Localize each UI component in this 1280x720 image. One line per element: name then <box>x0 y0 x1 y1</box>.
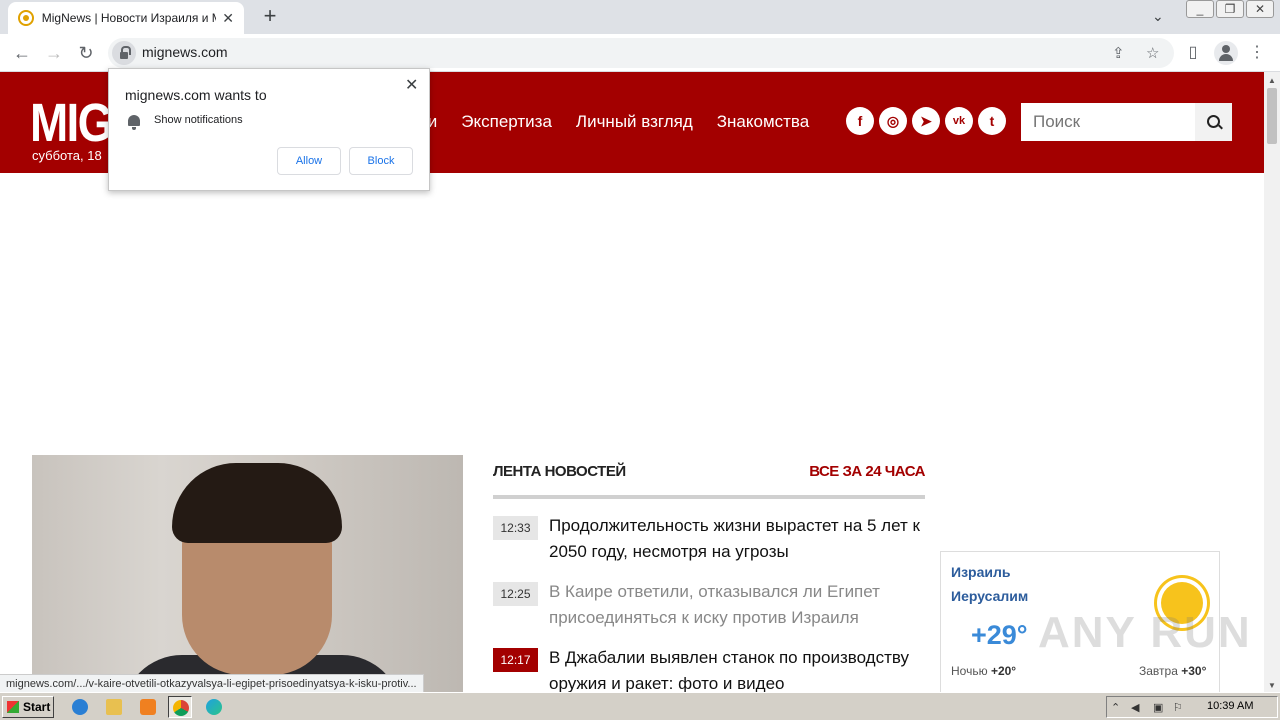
menu-kebab-icon[interactable]: ⋮ <box>1246 42 1268 64</box>
tomorrow-label: Завтра <box>1139 664 1178 678</box>
share-icon[interactable]: ⇪ <box>1112 44 1125 62</box>
lock-icon[interactable] <box>112 41 136 65</box>
search-input[interactable] <box>1021 103 1195 141</box>
scroll-up-icon[interactable]: ▲ <box>1268 76 1276 85</box>
edge-taskbar-icon[interactable] <box>202 696 226 718</box>
facebook-icon[interactable]: f <box>846 107 874 135</box>
profile-avatar-icon[interactable] <box>1214 41 1238 65</box>
all-24h-link[interactable]: ВСЕ ЗА 24 ЧАСА <box>809 463 925 495</box>
tab-close-icon[interactable]: ✕ <box>222 10 234 27</box>
site-search <box>1021 103 1232 141</box>
weather-night: Ночью +20° <box>951 664 1016 678</box>
news-headline[interactable]: Продолжительность жизни вырастет на 5 ле… <box>549 513 925 565</box>
news-headline[interactable]: В Джабалии выявлен станок по производств… <box>549 645 925 692</box>
forward-arrow-icon[interactable]: → <box>42 41 66 65</box>
browser-tab[interactable]: MigNews | Новости Израиля и Мира ✕ <box>8 2 244 34</box>
new-tab-button[interactable]: + <box>258 4 282 28</box>
news-item[interactable]: 12:33 Продолжительность жизни вырастет н… <box>493 513 925 565</box>
address-bar[interactable]: mignews.com ⇪ ☆ <box>108 38 1174 68</box>
nav-item-personal-view[interactable]: Личный взгляд <box>576 112 693 132</box>
close-icon[interactable]: ✕ <box>405 75 418 95</box>
instagram-icon[interactable]: ◎ <box>879 107 907 135</box>
news-headline[interactable]: В Каире ответили, отказывался ли Египет … <box>549 579 925 631</box>
bookmark-star-icon[interactable]: ☆ <box>1146 44 1159 62</box>
page-scrollbar[interactable]: ▲ ▼ <box>1264 72 1280 692</box>
side-panel-icon[interactable]: ▯ <box>1182 42 1204 64</box>
search-icon[interactable] <box>1195 103 1232 141</box>
block-button[interactable]: Block <box>349 147 413 175</box>
explorer-taskbar-icon[interactable] <box>102 696 126 718</box>
browser-toolbar: ← → ↻ mignews.com ⇪ ☆ ▯ ⋮ <box>0 34 1280 72</box>
reload-icon[interactable]: ↻ <box>74 41 98 65</box>
tomorrow-temp: +30° <box>1181 664 1207 678</box>
action-center-flag-icon[interactable]: ⚐ <box>1173 701 1187 714</box>
scroll-thumb[interactable] <box>1267 88 1277 144</box>
social-links: f ◎ ➤ vk t <box>846 107 1006 135</box>
link-status-bar: mignews.com/.../v-kaire-otvetili-otkazyv… <box>0 674 424 692</box>
news-item[interactable]: 12:17 В Джабалии выявлен станок по произ… <box>493 645 925 692</box>
night-temp: +20° <box>990 664 1017 678</box>
media-player-taskbar-icon[interactable] <box>136 696 160 718</box>
tray-expand-icon[interactable]: ⌃ <box>1111 701 1125 714</box>
taskbar-clock[interactable]: 10:39 AM <box>1207 700 1253 712</box>
chrome-taskbar-icon[interactable] <box>168 696 192 718</box>
site-favicon-icon <box>18 10 34 26</box>
telegram-icon[interactable]: ➤ <box>912 107 940 135</box>
close-window-button[interactable]: ✕ <box>1246 0 1274 18</box>
system-tray: ⌃ ◀ ▣ ⚐ 10:39 AM <box>1106 696 1278 718</box>
main-nav: ти Экспертиза Личный взгляд Знакомства <box>420 112 809 132</box>
vk-icon[interactable]: vk <box>945 107 973 135</box>
weather-temperature: +29° <box>971 620 1028 650</box>
tab-title: MigNews | Новости Израиля и Мира <box>41 11 217 25</box>
allow-button[interactable]: Allow <box>277 147 341 175</box>
news-feed-title: ЛЕНТА НОВОСТЕЙ <box>493 463 626 480</box>
dialog-title: mignews.com wants to <box>125 87 267 103</box>
twitter-icon[interactable]: t <box>978 107 1006 135</box>
permission-text: Show notifications <box>154 114 243 126</box>
weather-tomorrow: Завтра +30° <box>1139 664 1206 678</box>
ie-taskbar-icon[interactable] <box>68 696 92 718</box>
windows-taskbar: Start ⌃ ◀ ▣ ⚐ 10:39 AM <box>0 692 1280 720</box>
weather-country: Израиль <box>951 564 1011 580</box>
news-time: 12:25 <box>493 582 538 606</box>
anyrun-watermark: ANY RUN <box>1038 608 1252 657</box>
restore-button[interactable]: ❐ <box>1216 0 1244 18</box>
notification-permission-dialog: mignews.com wants to ✕ Show notification… <box>108 68 430 191</box>
news-time: 12:17 <box>493 648 538 672</box>
volume-icon[interactable]: ◀ <box>1131 701 1145 714</box>
start-button[interactable]: Start <box>2 696 54 718</box>
minimize-button[interactable]: _ <box>1186 0 1214 18</box>
featured-news-photo[interactable] <box>32 455 463 692</box>
header-date: суббота, 18 <box>32 148 102 163</box>
network-icon[interactable]: ▣ <box>1153 701 1167 714</box>
nav-item-expertise[interactable]: Экспертиза <box>461 112 552 132</box>
news-item[interactable]: 12:25 В Каире ответили, отказывался ли Е… <box>493 579 925 631</box>
scroll-down-icon[interactable]: ▼ <box>1268 681 1276 690</box>
site-logo[interactable]: MIG <box>30 92 113 154</box>
url-text: mignews.com <box>142 44 228 60</box>
bell-icon <box>128 115 140 130</box>
window-controls: _ ❐ ✕ <box>1184 0 1274 20</box>
tab-search-icon[interactable]: ⌄ <box>1152 8 1164 25</box>
news-feed-header: ЛЕНТА НОВОСТЕЙ ВСЕ ЗА 24 ЧАСА <box>493 455 925 499</box>
news-feed: ЛЕНТА НОВОСТЕЙ ВСЕ ЗА 24 ЧАСА 12:33 Прод… <box>493 455 925 692</box>
news-time: 12:33 <box>493 516 538 540</box>
night-label: Ночью <box>951 664 988 678</box>
tab-strip: MigNews | Новости Израиля и Мира ✕ + ⌄ _… <box>0 0 1280 34</box>
back-arrow-icon[interactable]: ← <box>10 41 34 65</box>
photo-hair <box>172 463 342 543</box>
nav-item-dating[interactable]: Знакомства <box>717 112 809 132</box>
weather-city: Иерусалим <box>951 588 1029 604</box>
